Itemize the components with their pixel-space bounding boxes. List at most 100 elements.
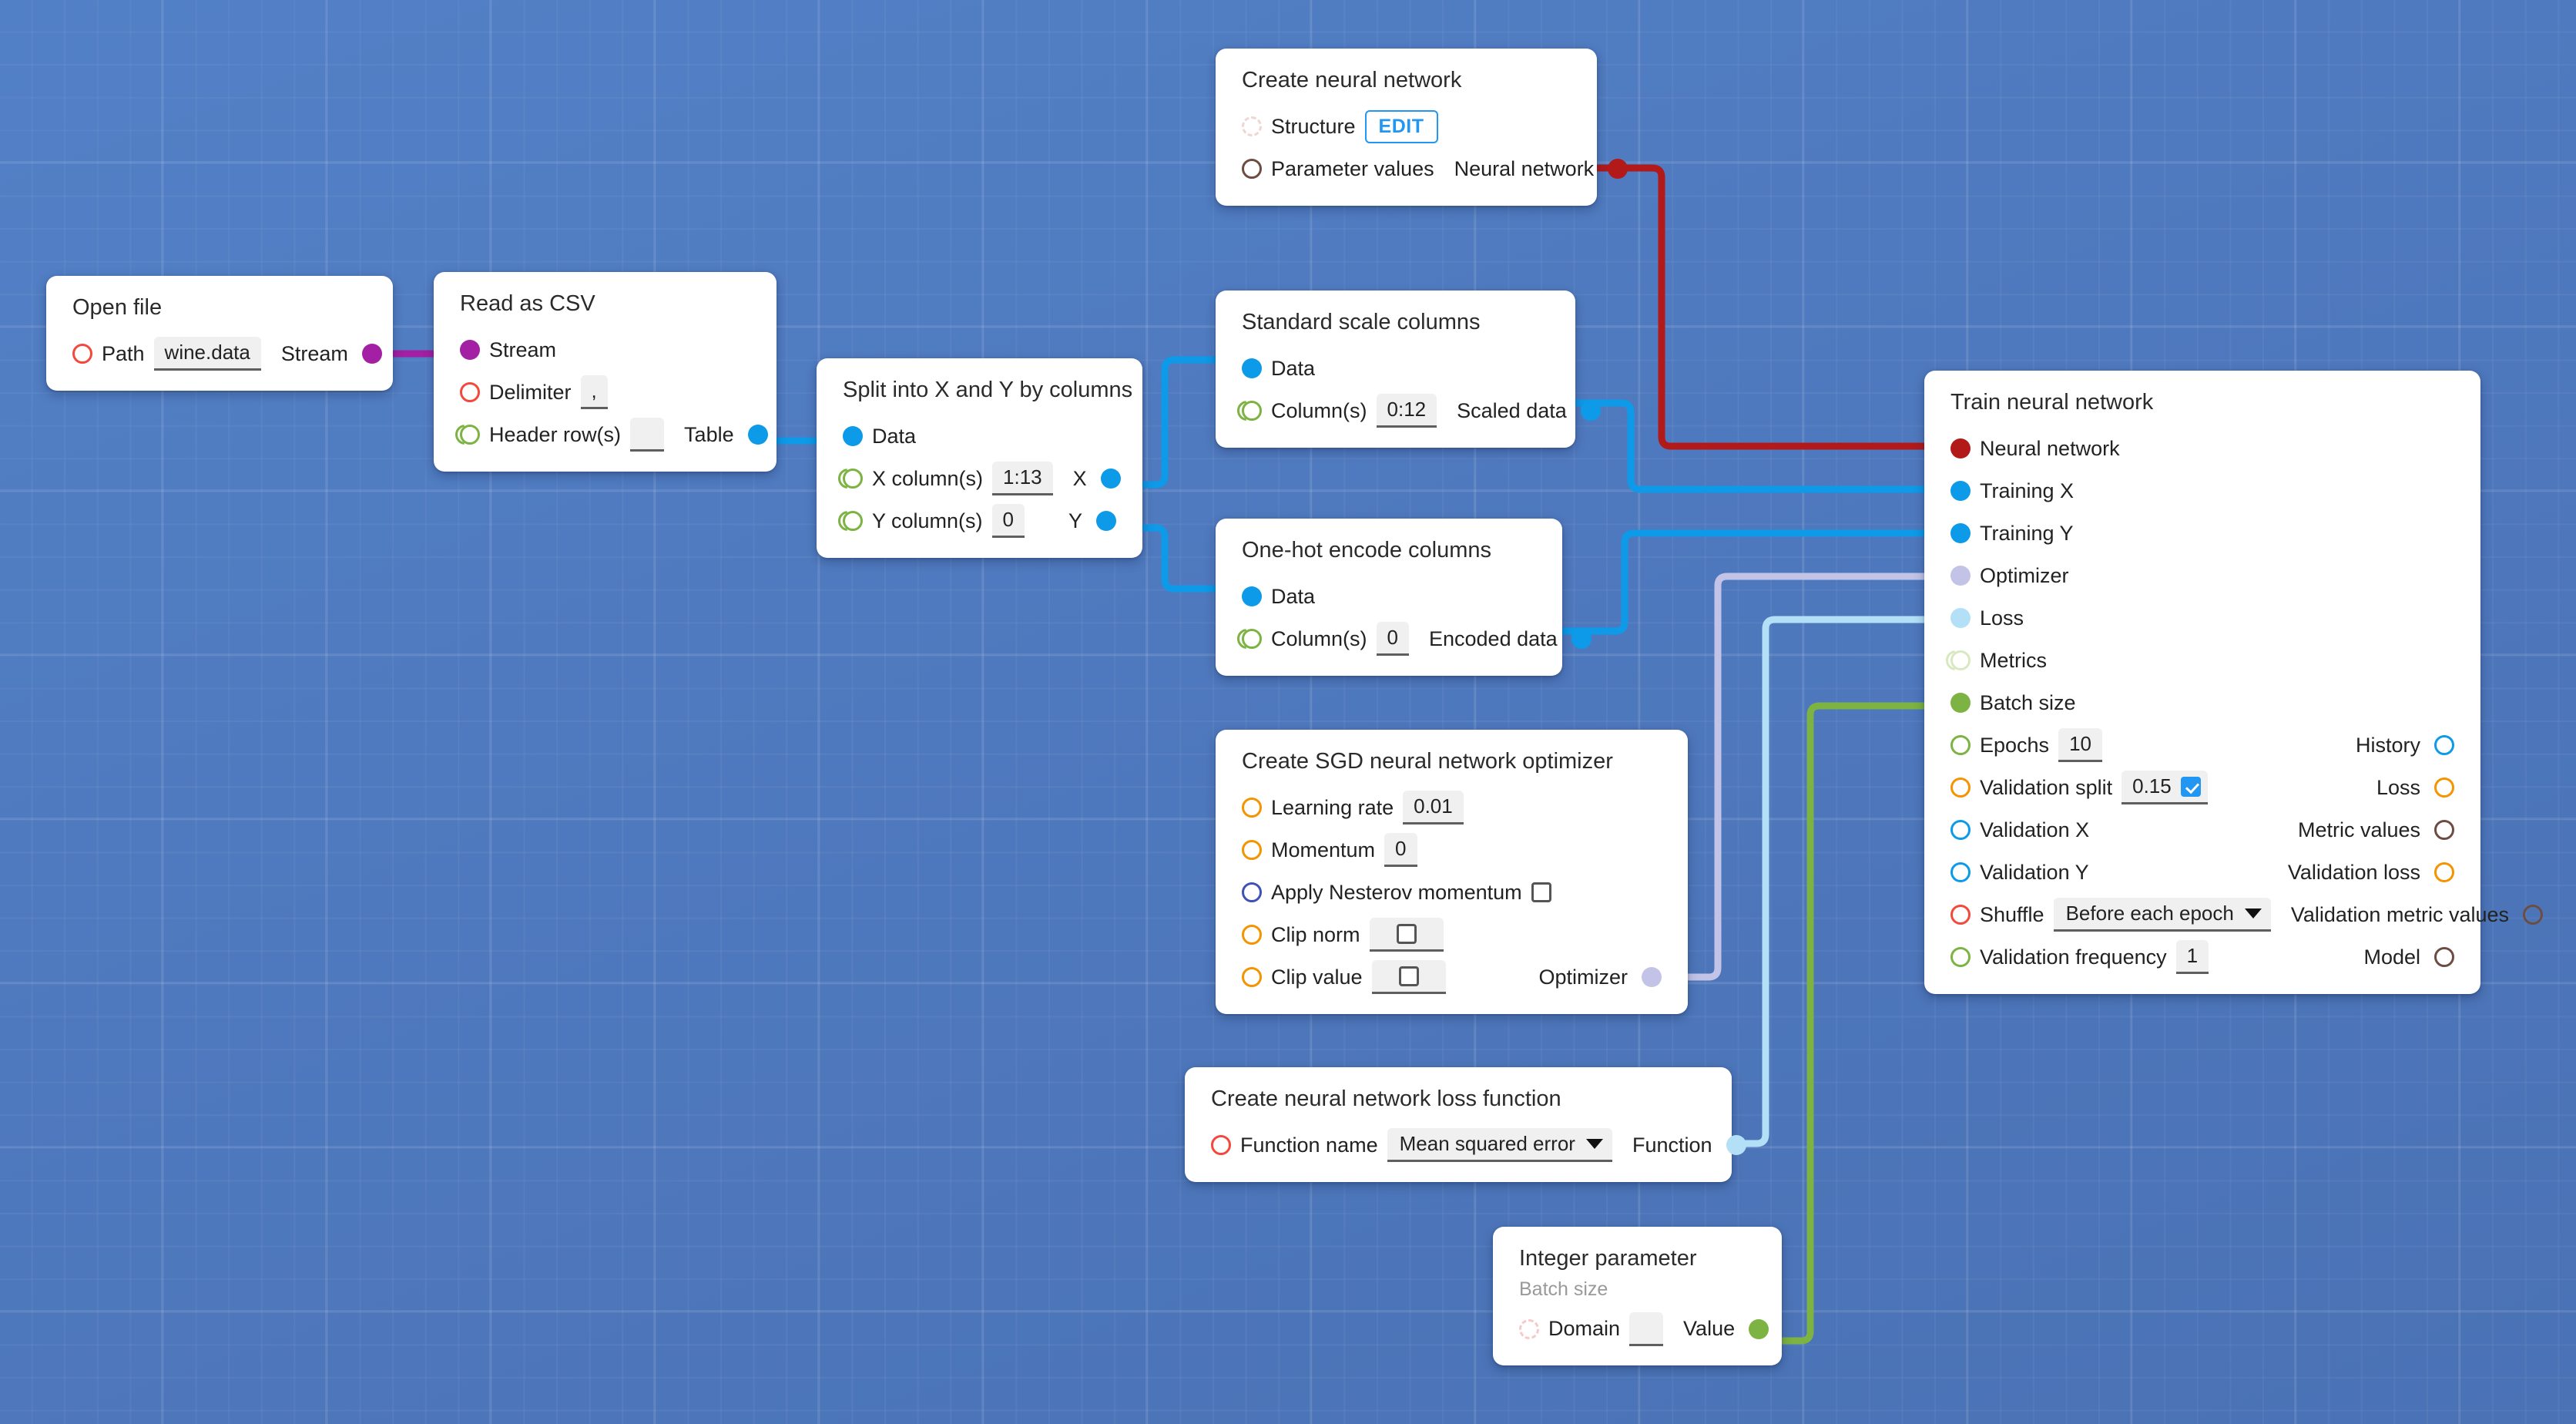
port-y-columns-int-list[interactable] <box>843 511 863 532</box>
learning-rate-input[interactable]: 0.01 <box>1403 791 1464 825</box>
port-structure[interactable] <box>1242 116 1262 137</box>
port-function-out[interactable] <box>1726 1135 1746 1156</box>
port-clip-norm-float[interactable] <box>1242 925 1262 945</box>
clip-norm-checkbox[interactable] <box>1396 923 1417 944</box>
clip-norm-field[interactable] <box>1369 918 1444 952</box>
node-row-parameter-values[interactable]: Parameter values Neural network <box>1216 148 1628 190</box>
node-row-metrics[interactable]: Metrics <box>1924 640 2480 682</box>
port-path-string[interactable] <box>72 344 92 364</box>
node-row-learning-rate[interactable]: Learning rate 0.01 <box>1216 787 1688 829</box>
node-row-clip-norm[interactable]: Clip norm <box>1216 914 1688 956</box>
port-validation-x-in[interactable] <box>1950 820 1971 841</box>
port-loss-in[interactable] <box>1950 608 1971 629</box>
node-row-batch-size[interactable]: Batch size <box>1924 682 2480 724</box>
port-table-out[interactable] <box>747 425 768 445</box>
node-one-hot-encode[interactable]: One-hot encode columns Data Column(s) 0 … <box>1216 519 1592 676</box>
node-row-function-name[interactable]: Function name Mean squared error Functio… <box>1185 1124 1746 1167</box>
port-columns-int-list[interactable] <box>1242 401 1262 421</box>
port-x-out[interactable] <box>1100 469 1121 489</box>
path-input[interactable]: wine.data <box>153 337 261 371</box>
port-columns-int-list[interactable] <box>1242 629 1262 650</box>
node-row-training-x[interactable]: Training X <box>1924 470 2480 512</box>
validation-frequency-input[interactable]: 1 <box>2175 940 2209 975</box>
port-nesterov-bool[interactable] <box>1242 882 1262 903</box>
port-loss-out[interactable] <box>2434 777 2454 798</box>
port-metrics-list[interactable] <box>1950 650 1971 671</box>
node-loss-function[interactable]: Create neural network loss function Func… <box>1185 1067 1746 1182</box>
port-encoded-data-out[interactable] <box>1571 629 1592 650</box>
port-value-out[interactable] <box>1749 1318 1769 1339</box>
port-shuffle-string[interactable] <box>1950 905 1971 925</box>
port-optimizer-in[interactable] <box>1950 566 1971 586</box>
port-domain[interactable] <box>1519 1318 1539 1339</box>
delimiter-input[interactable]: , <box>580 375 608 410</box>
node-split-xy[interactable]: Split into X and Y by columns Data X col… <box>817 358 1142 558</box>
node-row-validation-split[interactable]: Validation split 0.15 Loss <box>1924 767 2480 809</box>
edit-structure-button[interactable]: EDIT <box>1364 109 1438 143</box>
port-scaled-data-out[interactable] <box>1580 401 1601 421</box>
port-x-columns-int-list[interactable] <box>843 469 863 489</box>
node-row-neural-network[interactable]: Neural network <box>1924 428 2480 470</box>
port-data-in[interactable] <box>1242 358 1262 379</box>
port-history-out[interactable] <box>2434 735 2454 756</box>
x-columns-input[interactable]: 1:13 <box>992 462 1053 496</box>
node-train-neural-network[interactable]: Train neural network Neural network Trai… <box>1924 371 2543 994</box>
node-row-data[interactable]: Data <box>1216 348 1575 390</box>
port-header-rows-int-list[interactable] <box>460 425 480 445</box>
port-neural-network-out[interactable] <box>1608 159 1628 180</box>
node-graph-canvas[interactable]: Open file Path wine.data Stream Read as … <box>0 0 2576 1424</box>
node-row-columns[interactable]: Column(s) 0 Encoded data <box>1216 618 1592 660</box>
function-name-select[interactable]: Mean squared error <box>1387 1128 1612 1163</box>
node-row-y-columns[interactable]: Y column(s) 0 Y <box>817 500 1142 542</box>
node-row-validation-y[interactable]: Validation Y Validation loss <box>1924 851 2480 894</box>
node-read-as-csv[interactable]: Read as CSV Stream Delimiter , Header ro… <box>434 272 776 472</box>
node-row-path[interactable]: Path wine.data Stream <box>46 333 393 375</box>
node-open-file[interactable]: Open file Path wine.data Stream <box>46 276 393 391</box>
port-function-name-string[interactable] <box>1211 1135 1231 1156</box>
shuffle-select[interactable]: Before each epoch <box>2053 898 2271 932</box>
node-row-validation-frequency[interactable]: Validation frequency 1 Model <box>1924 936 2480 979</box>
node-row-x-columns[interactable]: X column(s) 1:13 X <box>817 458 1142 500</box>
port-y-out[interactable] <box>1096 511 1116 532</box>
port-delimiter-string[interactable] <box>460 382 480 403</box>
port-validation-y-in[interactable] <box>1950 862 1971 883</box>
node-row-nesterov[interactable]: Apply Nesterov momentum <box>1216 872 1688 914</box>
momentum-input[interactable]: 0 <box>1384 833 1417 868</box>
columns-input[interactable]: 0:12 <box>1376 394 1437 428</box>
y-columns-input[interactable]: 0 <box>991 504 1025 539</box>
node-row-epochs[interactable]: Epochs 10 History <box>1924 724 2480 767</box>
port-training-y-in[interactable] <box>1950 523 1971 544</box>
node-row-optimizer[interactable]: Optimizer <box>1924 555 2480 597</box>
port-epochs-int[interactable] <box>1950 735 1971 756</box>
port-optimizer-out[interactable] <box>1642 967 1662 988</box>
port-model-out[interactable] <box>2434 947 2454 968</box>
node-row-structure[interactable]: Structure EDIT <box>1216 106 1597 148</box>
node-row-training-y[interactable]: Training Y <box>1924 512 2480 555</box>
port-training-x-in[interactable] <box>1950 481 1971 502</box>
validation-split-checkbox[interactable] <box>2180 776 2201 797</box>
port-clip-value-float[interactable] <box>1242 967 1262 988</box>
node-create-neural-network[interactable]: Create neural network Structure EDIT Par… <box>1216 49 1628 206</box>
node-row-stream[interactable]: Stream <box>434 329 776 371</box>
port-stream-in[interactable] <box>460 340 480 361</box>
node-row-momentum[interactable]: Momentum 0 <box>1216 829 1688 872</box>
node-standard-scale[interactable]: Standard scale columns Data Column(s) 0:… <box>1216 291 1601 448</box>
port-learning-rate-float[interactable] <box>1242 798 1262 818</box>
clip-value-field[interactable] <box>1371 960 1446 995</box>
nesterov-checkbox[interactable] <box>1531 882 1551 903</box>
node-row-domain[interactable]: Domain Value <box>1493 1308 1782 1350</box>
node-row-loss[interactable]: Loss <box>1924 597 2480 640</box>
node-row-shuffle[interactable]: Shuffle Before each epoch Validation met… <box>1924 894 2543 936</box>
port-data-in[interactable] <box>1242 586 1262 607</box>
epochs-input[interactable]: 10 <box>2058 728 2102 763</box>
node-row-header-rows[interactable]: Header row(s) Table <box>434 414 776 456</box>
port-validation-frequency-int[interactable] <box>1950 947 1971 968</box>
port-parameter-values-object[interactable] <box>1242 159 1262 180</box>
node-row-data[interactable]: Data <box>1216 576 1562 618</box>
node-row-validation-x[interactable]: Validation X Metric values <box>1924 809 2480 851</box>
port-data-in[interactable] <box>843 426 863 447</box>
node-row-delimiter[interactable]: Delimiter , <box>434 371 776 414</box>
port-validation-metric-values-out[interactable] <box>2523 905 2543 925</box>
columns-input[interactable]: 0 <box>1376 622 1409 657</box>
port-validation-split-float[interactable] <box>1950 777 1971 798</box>
